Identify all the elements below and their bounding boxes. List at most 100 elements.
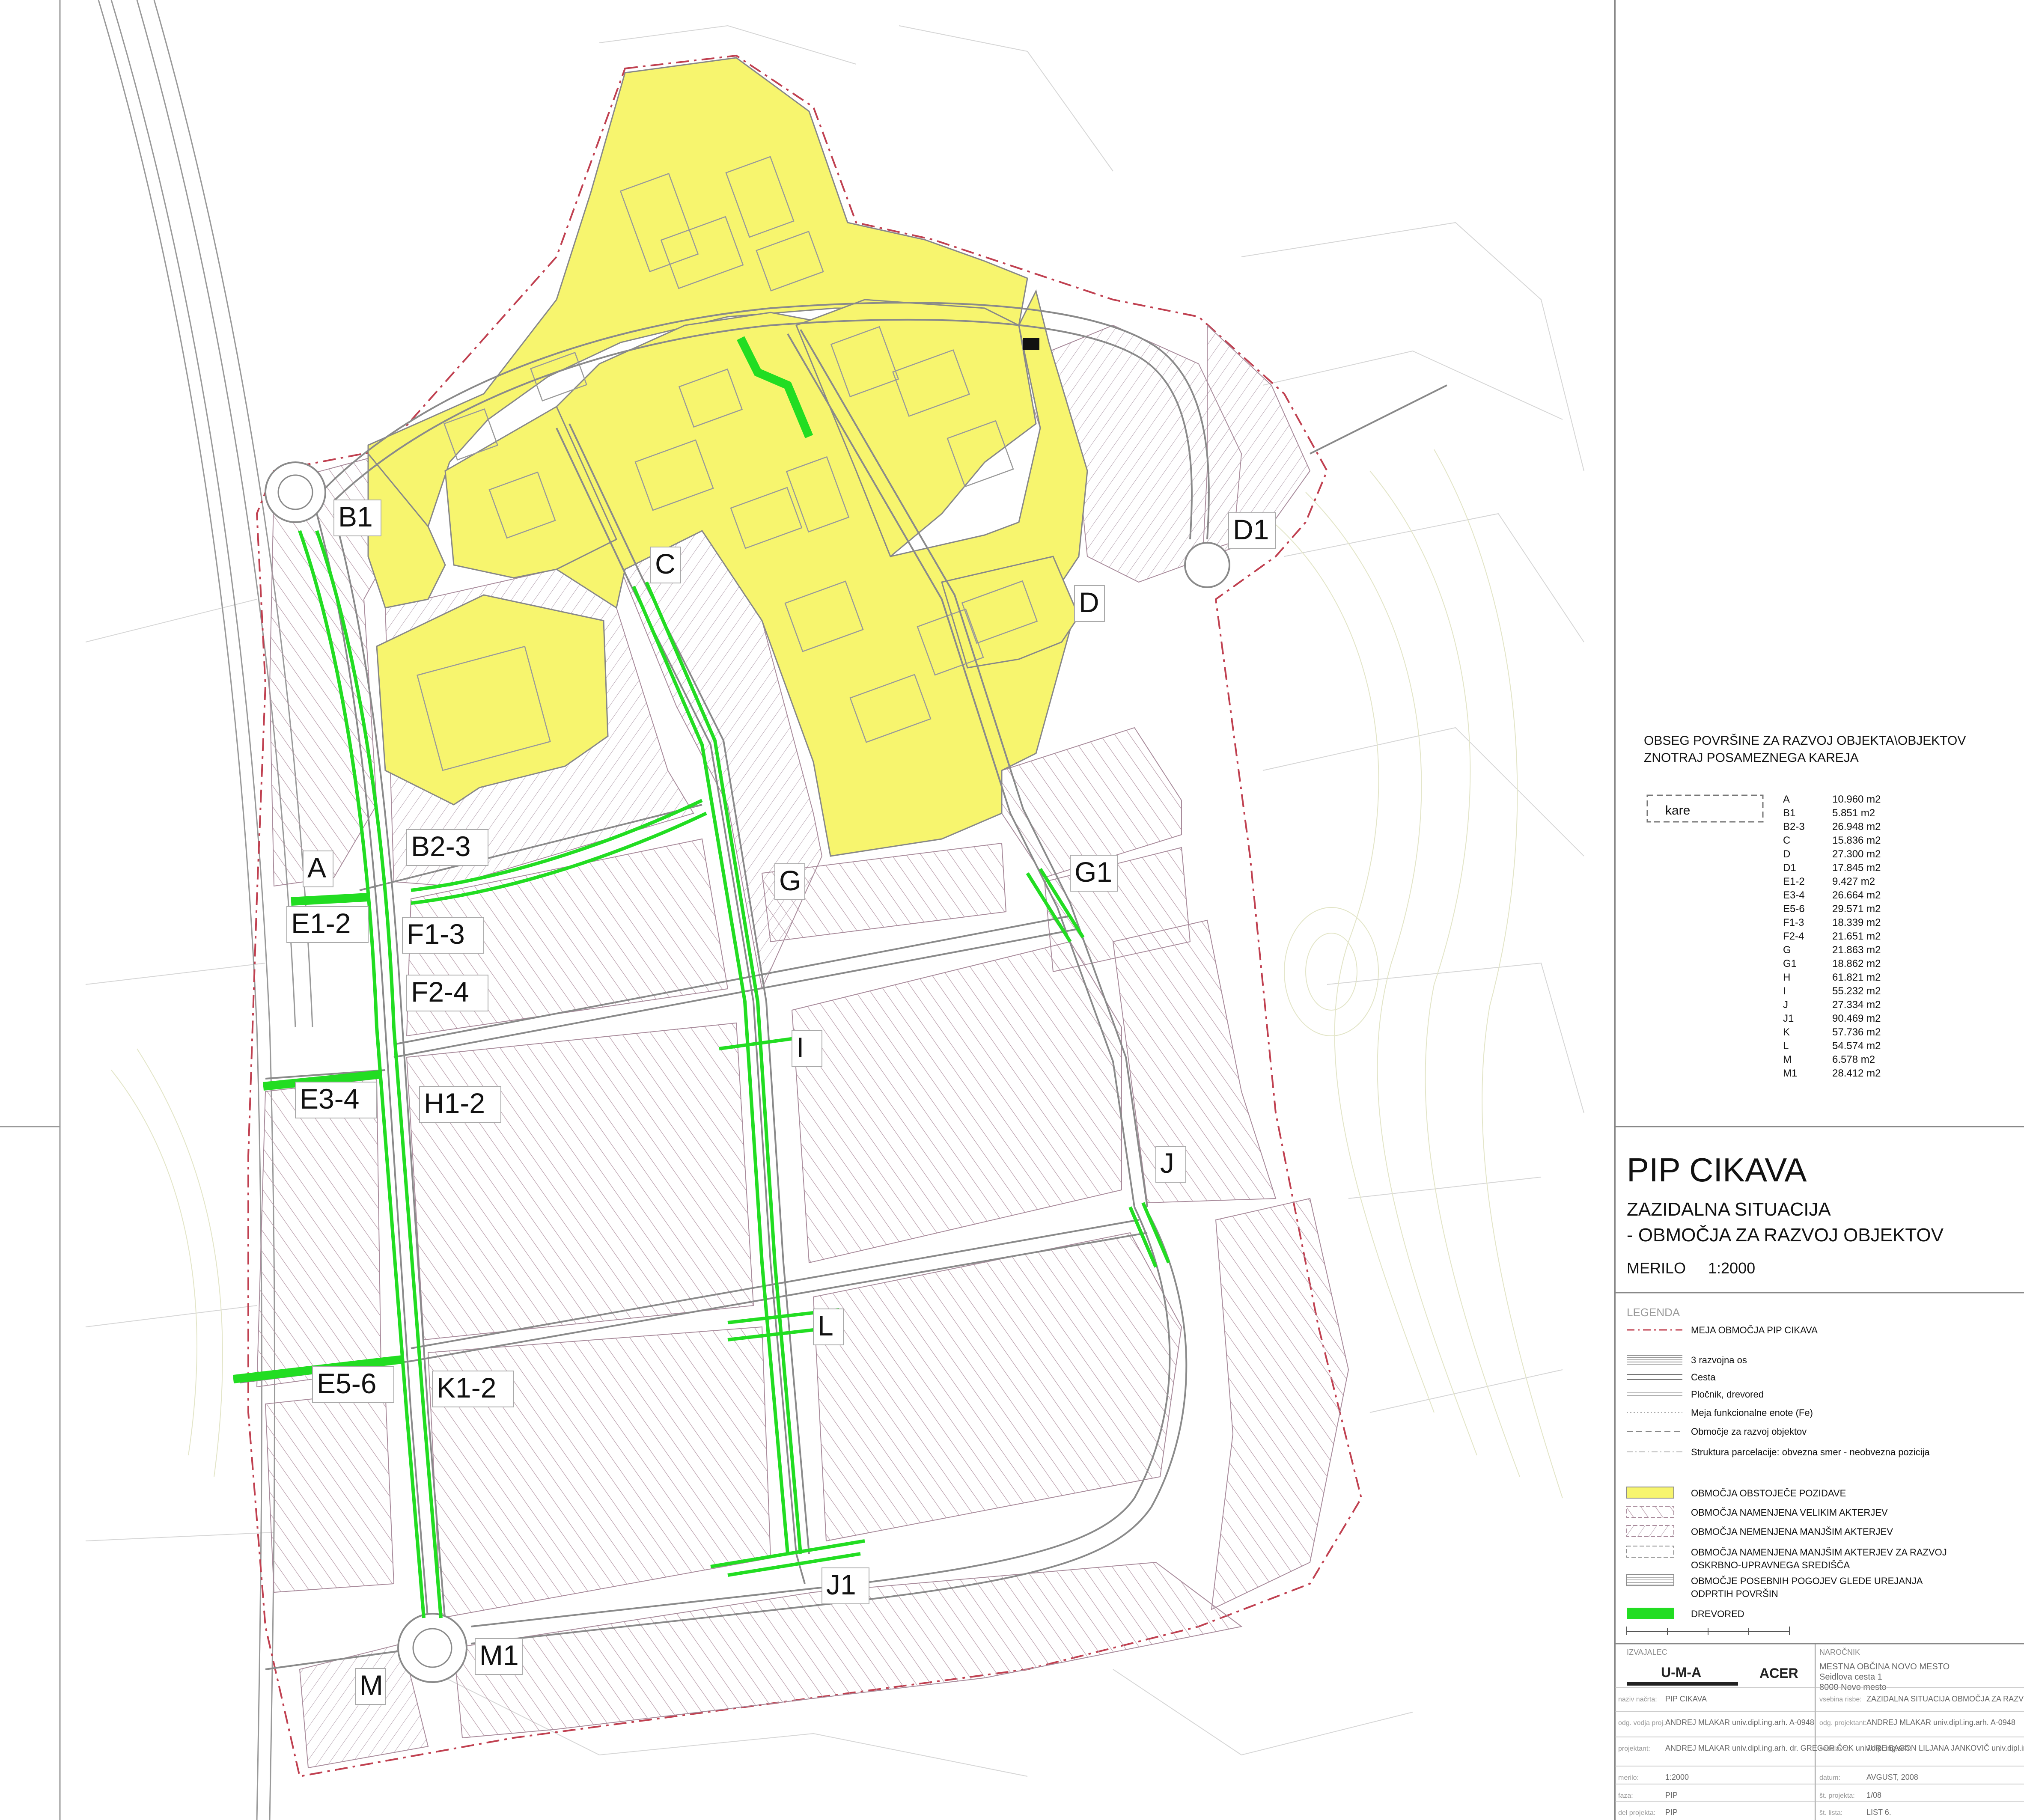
plot-label-text: C (655, 548, 676, 580)
legend-item-dash-grey: Območje za razvoj objektov (1627, 1426, 1807, 1437)
plot-label-d: D (1074, 585, 1105, 622)
plot-label-f2-4: F2-4 (406, 975, 488, 1011)
legend-item-label: Struktura parcelacije: obvezna smer - ne… (1691, 1447, 1930, 1457)
area-row-code: M (1783, 1054, 1792, 1065)
title-block-cell: naziv načrta: (1618, 1696, 1657, 1703)
area-row-code: G (1783, 944, 1791, 956)
legend-item-thin-double: Pločnik, drevored (1627, 1389, 1764, 1400)
title-block-cell: ANDREJ MLAKAR univ.dipl.ing.arh. A-0948 (1866, 1718, 2015, 1727)
plot-label-text: L (818, 1310, 833, 1341)
plot-label-text: B1 (338, 501, 373, 532)
plot-label-text: B2-3 (411, 830, 470, 862)
area-row-value: 10.960 m2 (1832, 794, 1881, 805)
plot-label-f1-3: F1-3 (402, 917, 484, 954)
title-block-cell: 1/08 (1866, 1791, 1881, 1799)
plot-label-text: G (779, 865, 801, 896)
legend-item-label: Meja funkcionalne enote (Fe) (1691, 1407, 1813, 1418)
title-main: PIP CIKAVA (1627, 1151, 1807, 1189)
legend-fill-label: DREVORED (1691, 1609, 1744, 1619)
title-block-cell: datum: (1819, 1774, 1840, 1781)
plot-label-text: J1 (826, 1569, 856, 1600)
area-row-value: 21.651 m2 (1832, 931, 1881, 942)
legend-fill-hatch-big: OBMOČJA NAMENJENA VELIKIM AKTERJEV (1626, 1506, 1888, 1518)
area-row-value: 5.851 m2 (1832, 807, 1875, 819)
dark-building-marker (1023, 338, 1039, 350)
area-row-code: A (1783, 794, 1790, 805)
client-line-3: 8000 Novo mesto (1819, 1683, 1887, 1692)
area-row-code: J1 (1783, 1013, 1794, 1024)
legend-fill-label: OBMOČJA OBSTOJEČE POZIDAVE (1691, 1488, 1846, 1499)
uma-logo: U-M-A (1661, 1665, 1701, 1680)
legend-heading: LEGENDA (1627, 1306, 1680, 1319)
client-line-2: Seidlova cesta 1 (1819, 1672, 1882, 1682)
area-row-value: 57.736 m2 (1832, 1026, 1881, 1038)
title-block-table: IZVAJALEC NAROČNIK U-M-A ACER MESTNA OBČ… (1615, 1643, 2024, 1820)
plot-label-text: F2-4 (411, 976, 469, 1008)
area-row-value: 54.574 m2 (1832, 1040, 1881, 1052)
title-line1: ZAZIDALNA SITUACIJA (1627, 1199, 1831, 1220)
area-row-value: 29.571 m2 (1832, 903, 1881, 915)
plot-label-h1-2: H1-2 (419, 1086, 501, 1123)
area-table: OBSEG POVRŠINE ZA RAZVOJ OBJEKTA\OBJEKTO… (1644, 733, 1966, 1079)
area-row-code: E3-4 (1783, 889, 1805, 901)
plot-label-text: D1 (1233, 514, 1269, 545)
legend-fill-label: OBMOČJA NEMENJENA MANJŠIM AKTERJEV (1691, 1526, 1893, 1537)
area-row-value: 26.664 m2 (1832, 889, 1881, 901)
scale-bar (1626, 1627, 1790, 1635)
title-block-cell: PIP (1665, 1791, 1678, 1799)
area-row-value: 27.300 m2 (1832, 848, 1881, 860)
plot-label-text: F1-3 (407, 918, 465, 950)
title-block-cell: 1:2000 (1665, 1773, 1689, 1781)
area-row-code: J (1783, 999, 1788, 1011)
legend-item-label: Območje za razvoj objektov (1691, 1426, 1807, 1437)
area-rows: A 10.960 m2 B1 5.851 m2 B2-3 26.948 m2 C 15.836… (1783, 794, 1881, 1079)
area-row-value: 17.845 m2 (1832, 862, 1881, 874)
title-block-cell: projektant: (1618, 1745, 1650, 1752)
plot-label-text: E5-6 (317, 1368, 376, 1399)
legend-item-dash-dot: Struktura parcelacije: obvezna smer - ne… (1627, 1447, 1930, 1457)
area-row-code: L (1783, 1040, 1789, 1052)
title-block-cell: JURE BAGON LILJANA JANKOVIČ univ.dipl.in… (1866, 1743, 2024, 1752)
legend-item-label: Pločnik, drevored (1691, 1389, 1764, 1400)
legend-item-triple-line: 3 razvojna os (1627, 1355, 1747, 1365)
legend-fill-yellow-box: OBMOČJA OBSTOJEČE POZIDAVE (1626, 1487, 1846, 1499)
client-line-1: MESTNA OBČINA NOVO MESTO (1819, 1662, 1950, 1671)
plot-label-text: I (796, 1032, 804, 1063)
acer-logo: ACER (1759, 1665, 1798, 1681)
area-row-code: D1 (1783, 862, 1796, 874)
legend-item-label: Cesta (1691, 1372, 1716, 1383)
roundabout-south (397, 1613, 467, 1683)
turnaround-d1 (1184, 542, 1230, 588)
legend-item-dotted: Meja funkcionalne enote (Fe) (1627, 1407, 1813, 1418)
area-row-code: B2-3 (1783, 821, 1805, 833)
plot-label-e1-2: E1-2 (286, 906, 369, 943)
title-block-cell: odg. projektant: (1819, 1719, 1866, 1727)
scale-value: 1:2000 (1708, 1259, 1755, 1277)
legend-item-red-dash: MEJA OBMOČJA PIP CIKAVA (1627, 1325, 1818, 1335)
area-row-value: 28.412 m2 (1832, 1068, 1881, 1079)
area-row-code: F1-3 (1783, 917, 1804, 928)
legend-items: MEJA OBMOČJA PIP CIKAVA 3 razvojna os Cest… (1626, 1325, 1947, 1619)
kare-legend-box (1646, 794, 1764, 823)
plot-label-text: M1 (479, 1639, 519, 1671)
legend-item-label: 3 razvojna os (1691, 1355, 1747, 1365)
uma-logo-bar (1627, 1682, 1738, 1686)
area-row-code: D (1783, 848, 1790, 860)
title-block-cell: ANDREJ MLAKAR univ.dipl.ing.arh. A-0948 (1665, 1718, 1814, 1727)
title-line2: - OBMOČJA ZA RAZVOJ OBJEKTOV (1627, 1224, 1944, 1246)
area-row-code: H (1783, 972, 1790, 983)
title-block-cell: odg. vodja proj.: (1618, 1719, 1667, 1727)
legend-fill-label: OBMOČJA NAMENJENA MANJŠIM AKTERJEV ZA RA… (1691, 1547, 1947, 1558)
area-row-value: 9.427 m2 (1832, 876, 1875, 887)
plot-label-j1: J1 (822, 1567, 869, 1604)
legend-fill-green-bar: DREVORED (1627, 1608, 1744, 1619)
plot-label-text: M (360, 1669, 383, 1701)
area-row-value: 61.821 m2 (1832, 972, 1881, 983)
area-row-value: 15.836 m2 (1832, 835, 1881, 846)
plot-label-e3-4: E3-4 (295, 1082, 377, 1118)
title-block-cell: merilo: (1618, 1774, 1639, 1781)
plot-label-text: A (307, 852, 326, 883)
plot-label-l: L (813, 1308, 844, 1345)
plot-label-text: G1 (1075, 856, 1112, 888)
plot-label-text: E3-4 (300, 1083, 359, 1115)
